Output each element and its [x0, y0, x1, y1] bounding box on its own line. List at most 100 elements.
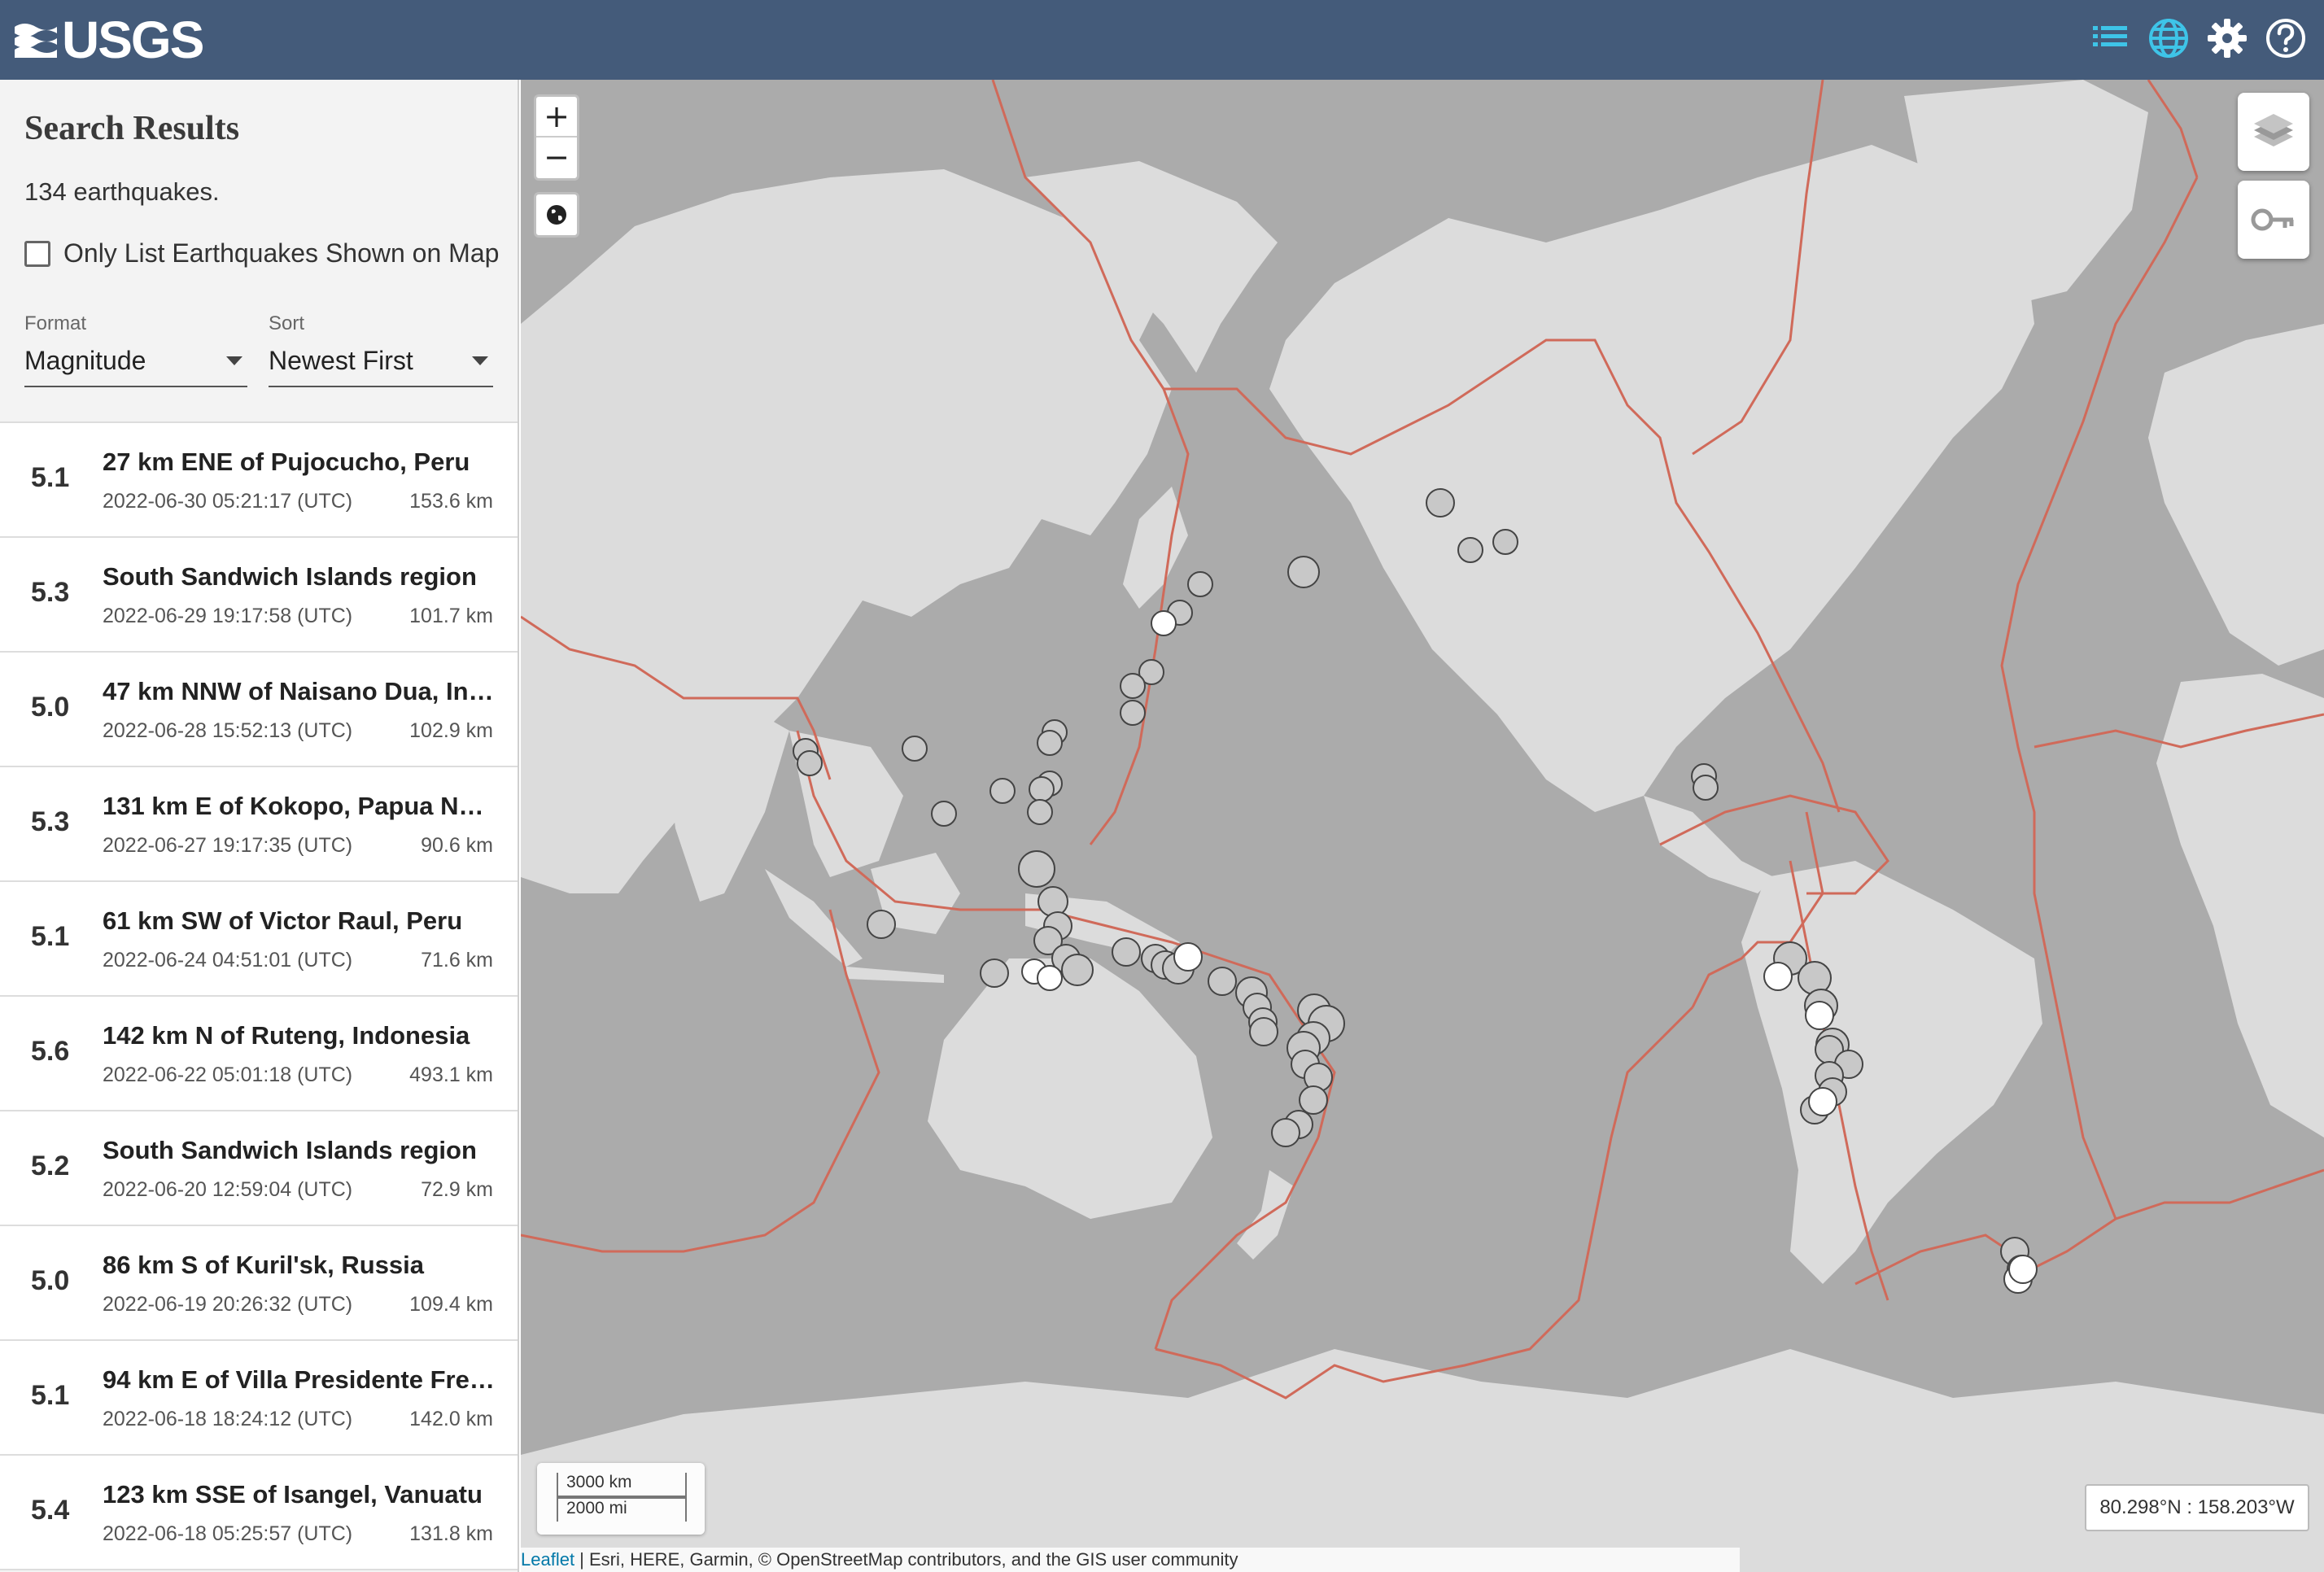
world-view-button[interactable] [534, 192, 579, 238]
earthquake-marker[interactable] [1029, 776, 1055, 802]
scale-km: 3000 km [557, 1473, 687, 1497]
earthquake-list-item[interactable]: 5.4 123 km SSE of Isangel, Vanuatu 2022-… [0, 1456, 518, 1570]
logo-text: USGS [62, 11, 204, 69]
zoom-control: + − [534, 94, 579, 181]
globe-icon[interactable] [2147, 16, 2191, 60]
eq-depth: 72.9 km [421, 1178, 493, 1201]
attribution-text: | Esri, HERE, Garmin, © OpenStreetMap co… [574, 1549, 1238, 1570]
land-sumatra [765, 869, 863, 967]
only-list-checkbox[interactable] [24, 241, 50, 267]
eq-depth: 142.0 km [409, 1408, 493, 1430]
land-south-america [1741, 861, 2042, 1284]
eq-time: 2022-06-19 20:26:32 (UTC) [103, 1293, 353, 1316]
list-icon[interactable] [2088, 16, 2132, 60]
eq-depth: 102.9 km [409, 719, 493, 742]
eq-place: South Sandwich Islands region [103, 1136, 477, 1164]
earthquake-marker[interactable] [1426, 488, 1455, 517]
earthquake-marker[interactable] [1151, 610, 1177, 636]
gear-icon[interactable] [2205, 16, 2249, 60]
land-europe [2148, 324, 2324, 666]
eq-time: 2022-06-18 05:25:57 (UTC) [103, 1522, 353, 1545]
layers-icon [2254, 114, 2293, 146]
format-select[interactable]: Magnitude [24, 342, 247, 387]
earthquake-marker[interactable] [1037, 730, 1063, 756]
earthquake-marker[interactable] [1038, 886, 1068, 917]
map-scale: 3000 km 2000 mi [537, 1463, 705, 1535]
land-central-america [1644, 796, 1774, 893]
earthquake-marker[interactable] [1173, 942, 1203, 972]
eq-time: 2022-06-28 15:52:13 (UTC) [103, 719, 353, 742]
earthquake-marker[interactable] [1271, 1118, 1300, 1147]
earthquake-map[interactable]: + − 3000 km 2000 mi 80.298°N : 158.203°W… [521, 80, 2324, 1572]
eq-place: 142 km N of Ruteng, Indonesia [103, 1021, 470, 1050]
eq-magnitude: 5.0 [31, 692, 70, 723]
globe-icon [547, 205, 566, 225]
layers-button[interactable] [2238, 93, 2309, 171]
sort-label: Sort [269, 312, 305, 334]
earthquake-marker[interactable] [931, 801, 957, 827]
leaflet-link[interactable]: Leaflet [521, 1549, 574, 1570]
earthquake-marker[interactable] [1037, 965, 1063, 991]
earthquake-list-item[interactable]: 5.3 131 km E of Kokopo, Papua New Guinea… [0, 767, 518, 882]
earthquake-marker[interactable] [1112, 937, 1141, 967]
boundary-mid-atlantic [2000, 177, 2199, 1220]
eq-time: 2022-06-30 05:21:17 (UTC) [103, 490, 353, 513]
earthquake-marker[interactable] [1027, 799, 1053, 825]
land-java [846, 967, 944, 983]
land-india [659, 698, 789, 902]
earthquake-marker[interactable] [797, 750, 823, 776]
help-icon[interactable] [2264, 16, 2308, 60]
earthquake-marker[interactable] [1208, 967, 1237, 996]
earthquake-list-item[interactable]: 5.6 142 km N of Ruteng, Indonesia 2022-0… [0, 997, 518, 1111]
key-icon [2251, 208, 2294, 231]
earthquake-marker[interactable] [902, 736, 928, 762]
eq-depth: 493.1 km [409, 1063, 493, 1086]
earthquake-marker[interactable] [980, 958, 1009, 988]
earthquake-marker[interactable] [1492, 529, 1518, 555]
eq-place: 123 km SSE of Isangel, Vanuatu [103, 1480, 483, 1509]
usgs-logo[interactable]: USGS [13, 11, 204, 69]
earthquake-marker[interactable] [1287, 556, 1320, 588]
earthquake-marker[interactable] [1693, 775, 1719, 801]
earthquake-marker[interactable] [1805, 1001, 1834, 1030]
legend-button[interactable] [2238, 181, 2309, 259]
eq-place: 27 km ENE of Pujocucho, Peru [103, 448, 470, 476]
earthquake-marker[interactable] [1808, 1087, 1837, 1116]
app-header: USGS [0, 0, 2324, 80]
earthquake-list-item[interactable]: 5.0 47 km NNW of Naisano Dua, Indonesia … [0, 653, 518, 767]
zoom-in-button[interactable]: + [536, 97, 577, 136]
map-canvas[interactable] [521, 80, 2324, 1572]
earthquake-marker[interactable] [1187, 571, 1213, 597]
eq-magnitude: 5.6 [31, 1036, 70, 1067]
eq-depth: 101.7 km [409, 605, 493, 627]
earthquake-marker[interactable] [989, 778, 1016, 804]
earthquake-marker[interactable] [1763, 962, 1793, 991]
earthquake-list-item[interactable]: 5.2 South Sandwich Islands region 2022-0… [0, 1111, 518, 1226]
earthquake-marker[interactable] [867, 910, 896, 939]
zoom-out-button[interactable]: − [536, 138, 577, 177]
earthquake-marker[interactable] [1120, 673, 1146, 699]
boundary-arctic [2147, 80, 2199, 178]
earthquake-list-item[interactable]: 5.3 South Sandwich Islands region 2022-0… [0, 538, 518, 653]
eq-place: 94 km E of Villa Presidente Frei, Chile [103, 1365, 496, 1394]
earthquake-marker[interactable] [1061, 954, 1094, 986]
earthquake-marker[interactable] [1018, 850, 1055, 888]
earthquake-list-item[interactable]: 5.0 86 km S of Kuril'sk, Russia 2022-06-… [0, 1226, 518, 1341]
earthquake-marker[interactable] [1249, 1017, 1278, 1046]
eq-time: 2022-06-29 19:17:58 (UTC) [103, 605, 353, 627]
earthquake-marker[interactable] [1120, 700, 1146, 726]
earthquake-marker[interactable] [1457, 537, 1483, 563]
earthquake-marker[interactable] [1299, 1085, 1328, 1115]
eq-time: 2022-06-18 18:24:12 (UTC) [103, 1408, 353, 1430]
eq-depth: 90.6 km [421, 834, 493, 857]
eq-magnitude: 5.2 [31, 1151, 70, 1181]
earthquake-list-item[interactable]: 5.1 61 km SW of Victor Raul, Peru 2022-0… [0, 882, 518, 997]
only-list-checkbox-label[interactable]: Only List Earthquakes Shown on Map [63, 238, 499, 269]
earthquake-marker[interactable] [2008, 1255, 2038, 1284]
earthquake-list-item[interactable]: 5.1 27 km ENE of Pujocucho, Peru 2022-06… [0, 423, 518, 538]
land-north-america [1269, 145, 2034, 812]
mouse-coordinates: 80.298°N : 158.203°W [2085, 1484, 2309, 1531]
eq-magnitude: 5.0 [31, 1265, 70, 1296]
earthquake-list-item[interactable]: 5.1 94 km E of Villa Presidente Frei, Ch… [0, 1341, 518, 1456]
sort-select[interactable]: Newest First [269, 342, 493, 387]
